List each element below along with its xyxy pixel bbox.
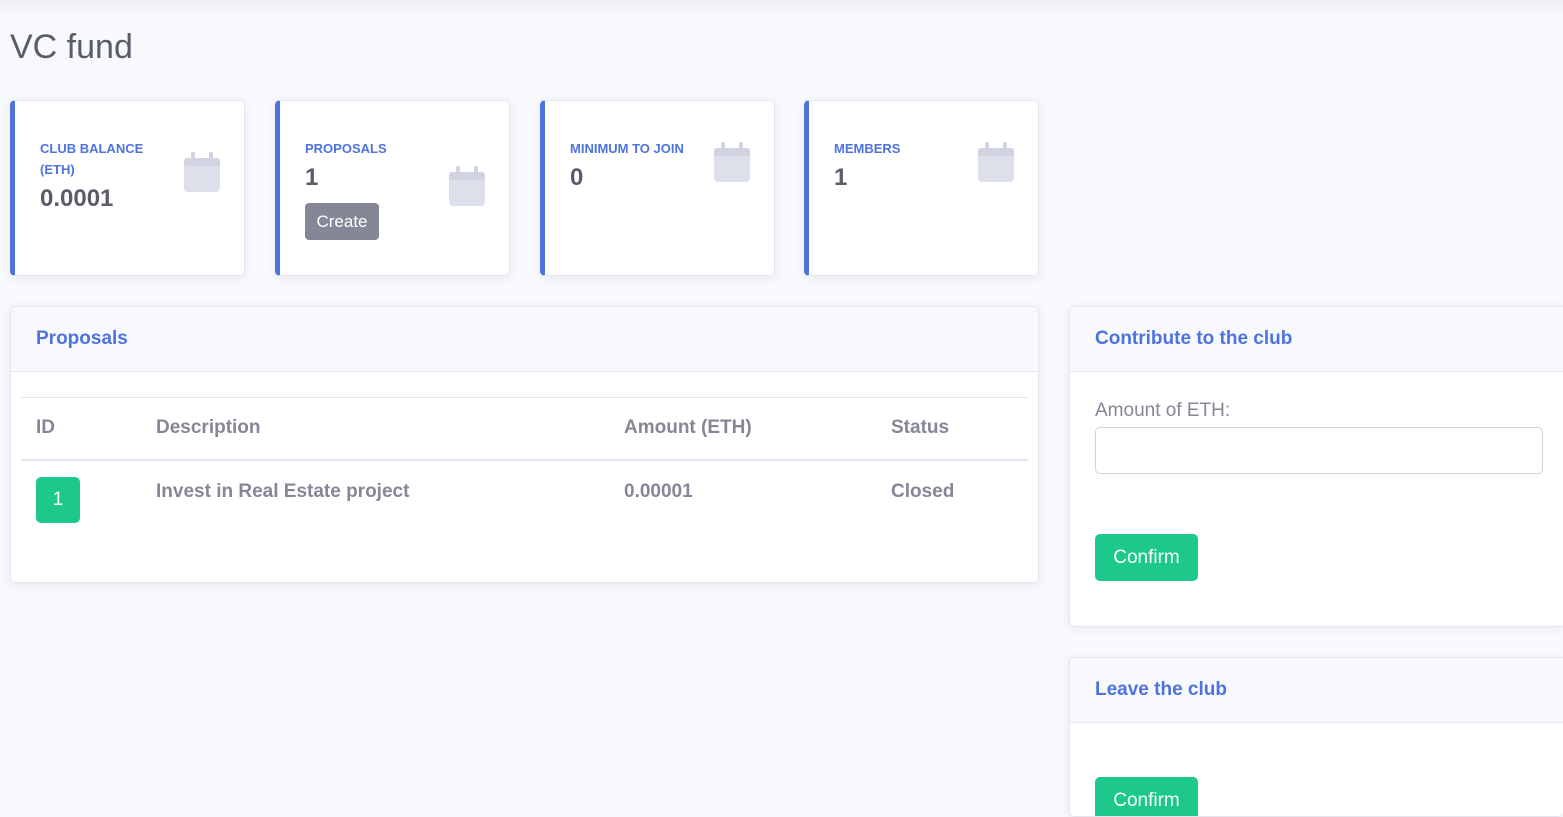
column-header-id: ID <box>21 397 141 461</box>
calendar-icon <box>449 166 485 206</box>
calendar-icon <box>184 152 220 192</box>
amount-label: Amount of ETH: <box>1095 400 1231 421</box>
column-header-status: Status <box>876 397 1028 461</box>
proposal-id-badge[interactable]: 1 <box>36 476 80 523</box>
proposals-table: ID Description Amount (ETH) Status 1 Inv… <box>21 397 1028 540</box>
stat-card-proposals: Proposals 1 Create <box>275 100 510 276</box>
stat-label: Proposals <box>305 141 387 156</box>
proposals-card-title: Proposals <box>11 307 1038 372</box>
stat-value: 0 <box>570 164 584 191</box>
stat-value: 0.0001 <box>40 185 114 212</box>
stat-label: Minimum to join <box>570 141 684 156</box>
stat-value: 1 <box>834 164 848 191</box>
leave-card: Leave the club Confirm <box>1069 657 1563 817</box>
stat-label: Members <box>834 141 901 156</box>
topbar <box>0 0 1563 14</box>
leave-card-title: Leave the club <box>1070 658 1563 723</box>
page-title: VC fund <box>10 28 133 66</box>
contribute-card-title: Contribute to the club <box>1070 307 1563 372</box>
column-header-description: Description <box>141 397 609 461</box>
leave-confirm-button[interactable]: Confirm <box>1095 777 1198 816</box>
stat-card-club-balance: Club Balance (ETH) 0.0001 <box>10 100 245 276</box>
cell-description: Invest in Real Estate project <box>156 480 410 502</box>
cell-id: 1 <box>21 460 141 540</box>
contribute-card: Contribute to the club Amount of ETH: Co… <box>1069 306 1563 627</box>
create-proposal-button[interactable]: Create <box>305 203 379 240</box>
stat-card-members: Members 1 <box>804 100 1039 276</box>
cell-status: Closed <box>891 480 955 502</box>
contribute-confirm-button[interactable]: Confirm <box>1095 534 1198 581</box>
cell-amount: 0.00001 <box>624 480 693 502</box>
table-header-row: ID Description Amount (ETH) Status <box>21 397 1028 461</box>
stat-card-minimum-to-join: Minimum to join 0 <box>540 100 775 276</box>
calendar-icon <box>978 142 1014 182</box>
table-row: 1 Invest in Real Estate project 0.00001 … <box>21 460 1028 540</box>
amount-eth-input[interactable] <box>1095 427 1543 474</box>
stat-label: Club Balance (ETH) <box>40 141 144 177</box>
proposals-card: Proposals ID Description Amount (ETH) St… <box>10 306 1039 583</box>
column-header-amount: Amount (ETH) <box>609 397 876 461</box>
calendar-icon <box>714 142 750 182</box>
stat-value: 1 <box>305 164 319 191</box>
